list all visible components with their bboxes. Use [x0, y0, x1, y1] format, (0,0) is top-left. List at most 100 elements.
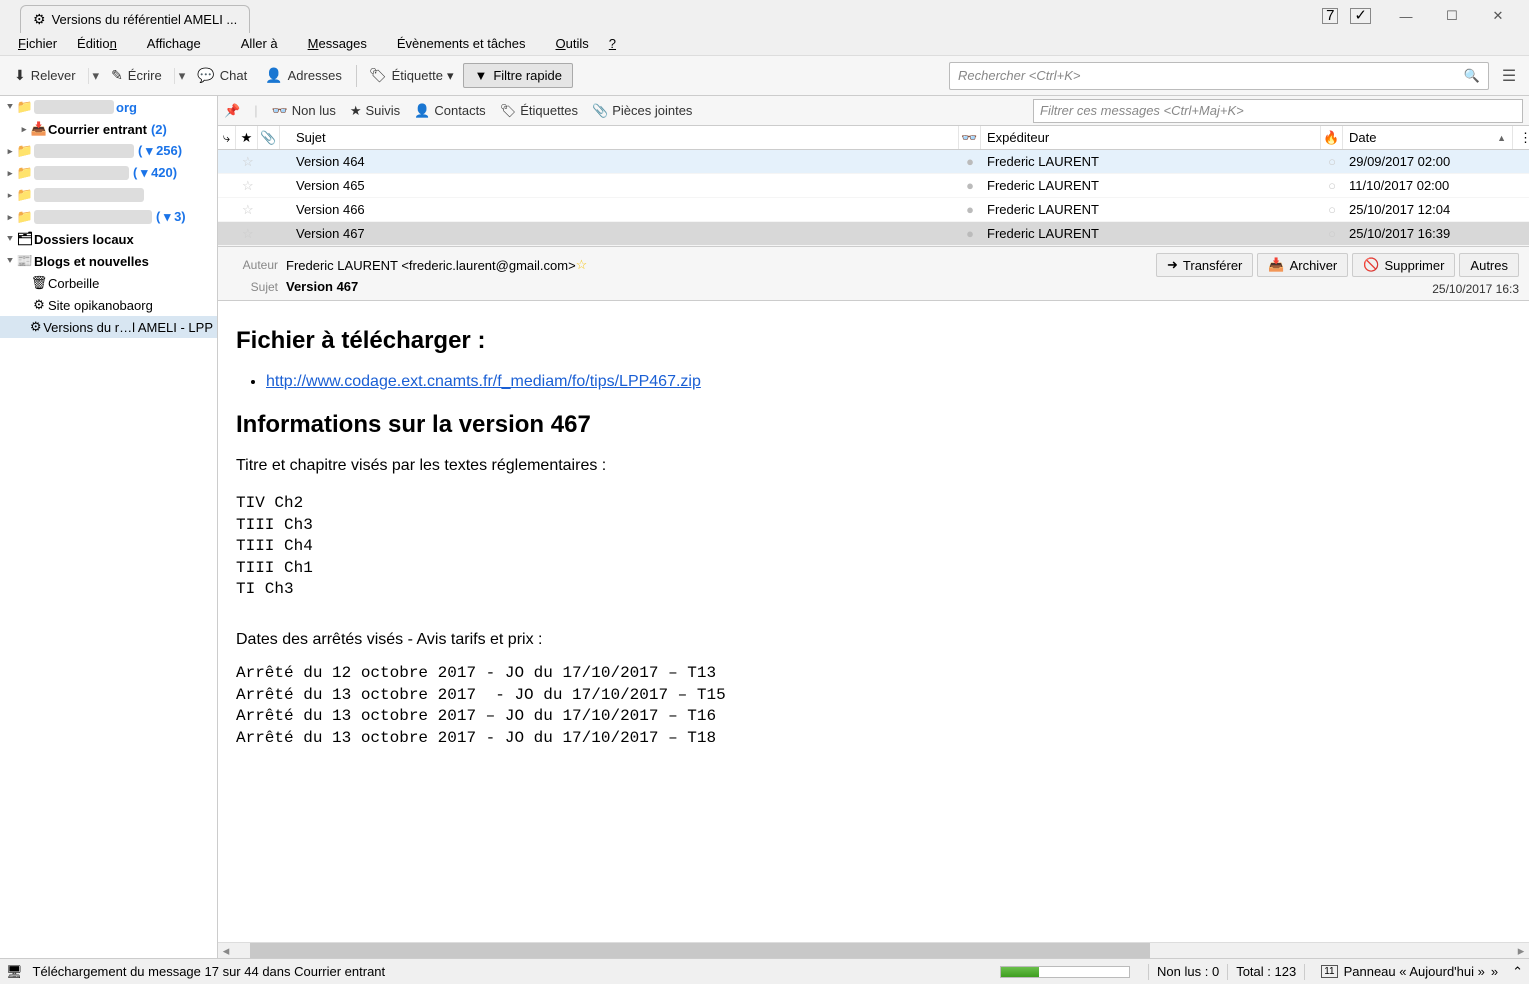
delete-button[interactable]: 🚫Supprimer: [1352, 253, 1455, 277]
star-icon[interactable]: ☆: [236, 202, 258, 218]
message-subject: Version 465: [280, 178, 959, 193]
read-dot-icon[interactable]: ●: [959, 154, 981, 169]
menu-tools[interactable]: Outils: [546, 34, 599, 53]
account-4[interactable]: ▸📁: [0, 184, 217, 206]
folder-site[interactable]: ⚙Site opikanobaorg: [0, 294, 217, 316]
star-icon[interactable]: ☆: [236, 178, 258, 194]
write-button[interactable]: ✎Écrire: [103, 63, 170, 88]
folder-trash[interactable]: 🗑Corbeille: [0, 272, 217, 294]
col-attachment[interactable]: 📎: [258, 126, 280, 149]
download-link[interactable]: http://www.codage.ext.cnamts.fr/f_mediam…: [266, 373, 701, 390]
filter-search-input[interactable]: Filtrer ces messages <Ctrl+Maj+K>: [1033, 99, 1523, 123]
body-pre2: Arrêté du 12 octobre 2017 - JO du 17/10/…: [236, 663, 1511, 749]
menu-go[interactable]: Aller à: [221, 34, 298, 53]
maximize-button[interactable]: ☐: [1429, 2, 1475, 30]
body-heading-info: Informations sur la version 467: [236, 411, 1511, 439]
menu-edit[interactable]: Édition: [67, 34, 127, 53]
menu-events[interactable]: Évènements et tâches: [377, 34, 546, 53]
star-icon[interactable]: ☆: [236, 154, 258, 170]
col-junk[interactable]: 🔥: [1321, 126, 1343, 149]
star-icon[interactable]: ☆: [576, 257, 588, 273]
search-icon[interactable]: 🔍: [1464, 68, 1480, 84]
menu-messages[interactable]: Messages: [298, 34, 377, 53]
folder-blogs[interactable]: ⯆📰Blogs et nouvelles: [0, 250, 217, 272]
col-picker[interactable]: ⋮: [1513, 126, 1529, 149]
global-search[interactable]: Rechercher <Ctrl+K> 🔍: [949, 62, 1489, 90]
keep-filters-button[interactable]: 📌: [224, 103, 240, 119]
download-progress: [1000, 966, 1130, 978]
author-value[interactable]: Frederic LAURENT <frederic.laurent@gmail…: [286, 258, 576, 273]
filter-attachments[interactable]: 📎Pièces jointes: [592, 103, 692, 119]
filter-tags[interactable]: 🏷Étiquettes: [500, 103, 578, 119]
chat-button[interactable]: 💬Chat: [189, 63, 255, 88]
filter-unread[interactable]: 👓Non lus: [272, 103, 336, 119]
forward-button[interactable]: ➜Transférer: [1156, 253, 1253, 277]
star-icon[interactable]: ☆: [236, 226, 258, 242]
minimize-button[interactable]: —: [1383, 2, 1429, 30]
horizontal-scrollbar[interactable]: ◂ ▸: [218, 942, 1529, 958]
folder-icon: 📁: [16, 99, 34, 115]
write-dropdown[interactable]: ▾: [174, 68, 190, 84]
archive-button[interactable]: 📥Archiver: [1257, 253, 1348, 277]
status-total: Total : 123: [1236, 964, 1296, 979]
account-5[interactable]: ▸📁( ▾ 3): [0, 206, 217, 228]
message-row[interactable]: ☆Version 464●Frederic LAURENT○29/09/2017…: [218, 150, 1529, 174]
col-star[interactable]: ★: [236, 126, 258, 149]
read-dot-icon[interactable]: ●: [959, 178, 981, 193]
account-2[interactable]: ▸📁( ▾ 256): [0, 140, 217, 162]
col-sender[interactable]: Expéditeur: [981, 126, 1321, 149]
window-tab[interactable]: ⚙ Versions du référentiel AMELI ...: [20, 5, 250, 33]
close-button[interactable]: ✕: [1475, 2, 1521, 30]
tasks-icon[interactable]: ✓: [1350, 8, 1371, 24]
junk-icon[interactable]: ○: [1321, 202, 1343, 217]
main-toolbar: ⬇Relever ▾ ✎Écrire ▾ 💬Chat 👤Adresses 🏷Ét…: [0, 56, 1529, 96]
folder-versions[interactable]: ⚙Versions du r…l AMELI - LPP: [0, 316, 217, 338]
message-list: ☆Version 464●Frederic LAURENT○29/09/2017…: [218, 150, 1529, 246]
folder-local[interactable]: ⯆🗂Dossiers locaux: [0, 228, 217, 250]
menu-bar: Fichier Édition Affichage Aller à Messag…: [0, 32, 1529, 56]
filter-icon: ▼: [474, 68, 487, 83]
feed-icon: ⚙: [28, 319, 43, 335]
menu-help[interactable]: ?: [599, 34, 626, 53]
junk-icon[interactable]: ○: [1321, 226, 1343, 241]
more-button[interactable]: Autres: [1459, 253, 1519, 277]
filter-starred[interactable]: ★Suivis: [350, 103, 400, 119]
pin-icon: 📌: [224, 103, 240, 119]
account-3[interactable]: ▸📁( ▾ 420): [0, 162, 217, 184]
col-date[interactable]: Date▲: [1343, 126, 1513, 149]
feed-icon: ⚙: [33, 11, 46, 28]
chat-icon: 💬: [197, 67, 214, 84]
activity-icon[interactable]: 🖥: [6, 964, 23, 980]
message-row[interactable]: ☆Version 465●Frederic LAURENT○11/10/2017…: [218, 174, 1529, 198]
calendar-icon[interactable]: 7: [1322, 8, 1338, 24]
addresses-button[interactable]: 👤Adresses: [257, 63, 350, 88]
get-mail-dropdown[interactable]: ▾: [88, 68, 104, 84]
read-dot-icon[interactable]: ●: [959, 202, 981, 217]
menu-file[interactable]: Fichier: [8, 34, 67, 53]
body-p2: Dates des arrêtés visés - Avis tarifs et…: [236, 631, 1511, 649]
quick-filter-button[interactable]: ▼Filtre rapide: [463, 63, 573, 88]
archive-icon: 📥: [1268, 257, 1284, 273]
contact-icon: 👤: [414, 103, 430, 119]
chevron-up-icon[interactable]: ⌃: [1512, 964, 1523, 980]
read-dot-icon[interactable]: ●: [959, 226, 981, 241]
message-row[interactable]: ☆Version 466●Frederic LAURENT○25/10/2017…: [218, 198, 1529, 222]
col-thread[interactable]: ⤷: [218, 126, 236, 149]
message-row[interactable]: ☆Version 467●Frederic LAURENT○25/10/2017…: [218, 222, 1529, 246]
account-1[interactable]: ⯆📁org: [0, 96, 217, 118]
body-p1: Titre et chapitre visés par les textes r…: [236, 457, 1511, 475]
folder-inbox[interactable]: ▸📥Courrier entrant (2): [0, 118, 217, 140]
today-panel-button[interactable]: 11 Panneau « Aujourd'hui » »: [1313, 964, 1506, 979]
get-mail-button[interactable]: ⬇Relever: [6, 63, 84, 88]
tag-button[interactable]: 🏷Étiquette▾: [361, 63, 462, 88]
junk-icon[interactable]: ○: [1321, 178, 1343, 193]
col-read[interactable]: 👓: [959, 126, 981, 149]
col-subject[interactable]: Sujet: [280, 126, 959, 149]
download-icon: ⬇: [14, 67, 26, 84]
menu-view[interactable]: Affichage: [127, 34, 221, 53]
filter-contacts[interactable]: 👤Contacts: [414, 103, 486, 119]
app-menu-button[interactable]: ☰: [1495, 66, 1523, 86]
junk-icon[interactable]: ○: [1321, 154, 1343, 169]
message-body: Fichier à télécharger : http://www.codag…: [218, 301, 1529, 942]
sort-ascending-icon: ▲: [1497, 133, 1506, 143]
